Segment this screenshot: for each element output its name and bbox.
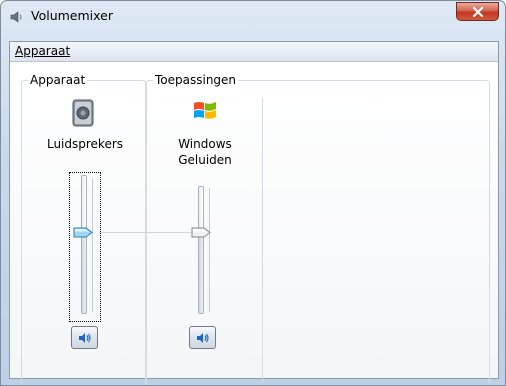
volume-thumb-windows[interactable]: [191, 227, 211, 238]
menu-item-apparaat[interactable]: Apparaat: [15, 44, 70, 58]
speaker-volume-icon: [197, 333, 209, 343]
volume-scale-speakers: [92, 178, 93, 312]
volume-thumb-speakers[interactable]: [73, 227, 93, 238]
channel-name-windows: Windows: [178, 137, 232, 151]
mute-button-windows[interactable]: [189, 326, 216, 349]
volume-slider-track-speakers[interactable]: [81, 175, 87, 232]
mixer-content: Apparaat Toepassingen Luidsprekers Windo…: [10, 62, 498, 385]
title-bar[interactable]: Volumemixer: [1, 1, 505, 31]
menu-bar: Apparaat: [10, 42, 498, 62]
speaker-volume-icon: [79, 333, 91, 343]
channel-name-geluiden: Geluiden: [178, 153, 232, 167]
applications-group-label: Toepassingen: [153, 73, 239, 87]
volume-slider-fill-speakers: [81, 232, 87, 314]
volume-scale-windows: [209, 188, 210, 312]
channel-name-luidsprekers: Luidsprekers: [46, 137, 124, 151]
client-area: Apparaat Apparaat Toepassingen Luidsprek…: [9, 41, 499, 385]
close-icon: [472, 6, 484, 18]
device-group-label: Apparaat: [28, 73, 88, 87]
volume-slider-fill-windows: [198, 232, 204, 314]
speaker-icon: [70, 98, 98, 131]
window-title: Volumemixer: [31, 8, 113, 23]
close-button[interactable]: [456, 2, 499, 21]
speaker-app-icon: [9, 9, 25, 25]
volume-link-line: [99, 232, 195, 233]
menu-item-label: Apparaat: [15, 44, 71, 58]
volume-slider-track-windows[interactable]: [198, 186, 204, 232]
volume-mixer-window: Volumemixer Apparaat Apparaat Toepassing…: [0, 0, 506, 386]
channel-separator: [262, 98, 263, 385]
mute-button-speakers[interactable]: [71, 326, 98, 349]
windows-logo-icon: [192, 98, 218, 127]
